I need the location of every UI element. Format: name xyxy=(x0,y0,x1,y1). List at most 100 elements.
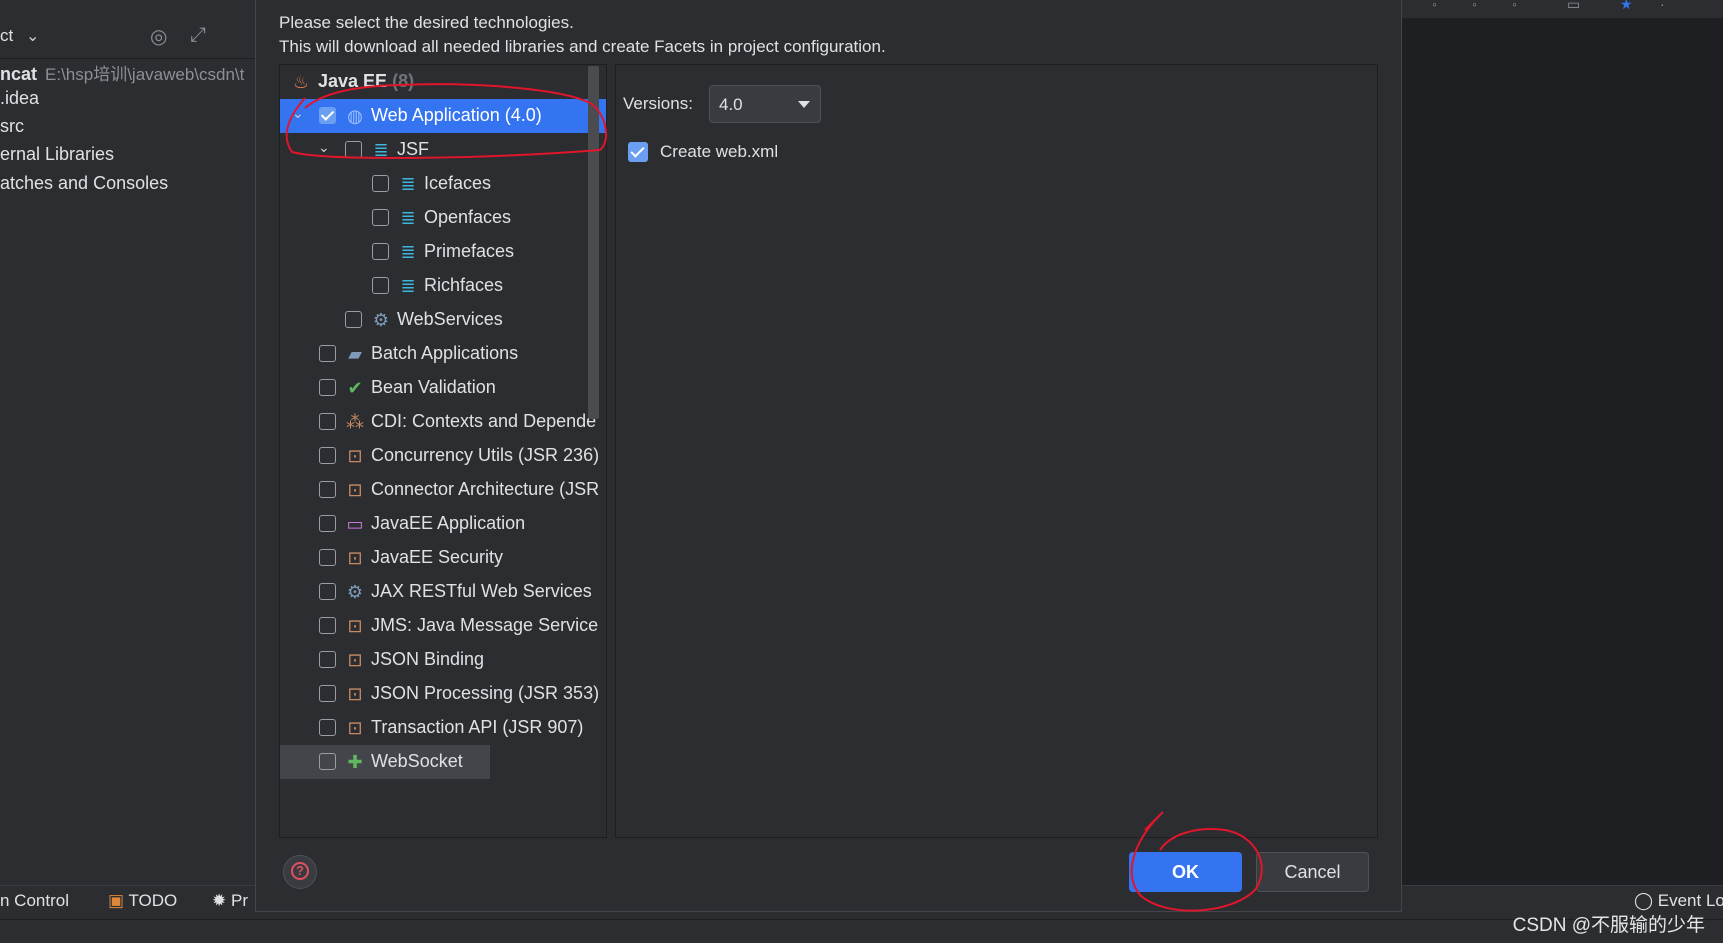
toolbar-icon[interactable]: ◦ xyxy=(1472,0,1477,12)
project-view-title[interactable]: ct xyxy=(0,26,13,46)
javaee-application-checkbox[interactable] xyxy=(319,515,336,532)
transaction-api-checkbox[interactable] xyxy=(319,719,336,736)
tree-item-batch-applications[interactable]: ▰ Batch Applications xyxy=(280,337,606,371)
expand-icon[interactable]: ⤢ xyxy=(190,24,206,47)
tree-item-cdi[interactable]: ⁂ CDI: Contexts and Depende xyxy=(280,405,606,439)
versions-label: Versions: xyxy=(623,94,693,113)
project-tree-item[interactable]: .idea xyxy=(0,88,39,109)
jsf-checkbox[interactable] xyxy=(345,141,362,158)
tree-item-webservices[interactable]: ⚙ WebServices xyxy=(280,303,606,337)
chevron-down-icon[interactable]: ⌄ xyxy=(26,26,39,46)
tree-item-label: JMS: Java Message Service xyxy=(371,615,599,635)
tree-item-concurrency-utils[interactable]: ⊡ Concurrency Utils (JSR 236) xyxy=(280,439,606,473)
tree-group-label: Java EE (8) xyxy=(318,71,415,91)
javaee-module-icon: ⊡ xyxy=(347,480,363,500)
tree-item-jms[interactable]: ⊡ JMS: Java Message Service xyxy=(280,609,606,643)
pin-icon[interactable]: ★ xyxy=(1620,0,1633,13)
beans-icon: ⁂ xyxy=(346,412,364,432)
tree-group-java-ee[interactable]: ♨ Java EE (8) xyxy=(280,65,606,99)
tree-item-web-application[interactable]: ⌄ ◍ Web Application (4.0) xyxy=(280,99,606,133)
javaee-security-checkbox[interactable] xyxy=(319,549,336,566)
ok-button[interactable]: OK xyxy=(1129,852,1242,892)
jsf-icon: ≣ xyxy=(400,208,416,228)
gear-icon: ⚙ xyxy=(346,582,364,602)
project-tree-item[interactable]: ernal Libraries xyxy=(0,144,114,165)
watermark: CSDN @不服输的少年 xyxy=(1512,915,1705,936)
tree-item-openfaces[interactable]: ≣ Openfaces xyxy=(280,201,606,235)
chevron-down-icon[interactable]: ⌄ xyxy=(292,105,304,122)
web-application-checkbox[interactable] xyxy=(319,107,336,124)
tree-item-primefaces[interactable]: ≣ Primefaces xyxy=(280,235,606,269)
javaee-module-icon: ⊡ xyxy=(347,446,363,466)
primefaces-checkbox[interactable] xyxy=(372,243,389,260)
project-tree-item[interactable]: atches and Consoles xyxy=(0,173,168,194)
javaee-module-icon: ⊡ xyxy=(347,548,363,568)
todo-tab[interactable]: ▣ TODO xyxy=(108,891,177,911)
tree-item-jax-rest[interactable]: ⚙ JAX RESTful Web Services xyxy=(280,575,606,609)
connector-architecture-checkbox[interactable] xyxy=(319,481,336,498)
bean-check-icon: ✔ xyxy=(347,378,363,398)
jms-checkbox[interactable] xyxy=(319,617,336,634)
project-tree-item[interactable]: src xyxy=(0,116,24,137)
problems-tab[interactable]: ✹ Pr xyxy=(212,891,248,911)
tree-item-websocket[interactable]: ✚ WebSocket xyxy=(280,745,490,779)
tree-item-json-processing[interactable]: ⊡ JSON Processing (JSR 353) xyxy=(280,677,606,711)
tree-item-label: Concurrency Utils (JSR 236) xyxy=(371,445,600,465)
richfaces-checkbox[interactable] xyxy=(372,277,389,294)
toolbar-icon[interactable]: · xyxy=(1660,0,1665,12)
editor-area xyxy=(1402,0,1723,885)
tree-item-label: JAX RESTful Web Services xyxy=(371,581,592,601)
icefaces-checkbox[interactable] xyxy=(372,175,389,192)
bean-validation-checkbox[interactable] xyxy=(319,379,336,396)
toolbar-icon[interactable]: ▭ xyxy=(1567,0,1580,13)
javaee-module-icon: ⊡ xyxy=(347,684,363,704)
json-processing-checkbox[interactable] xyxy=(319,685,336,702)
tree-item-jsf[interactable]: ⌄ ≣ JSF xyxy=(280,133,606,167)
jax-rest-checkbox[interactable] xyxy=(319,583,336,600)
concurrency-utils-checkbox[interactable] xyxy=(319,447,336,464)
jsf-icon: ≣ xyxy=(373,140,389,160)
openfaces-checkbox[interactable] xyxy=(372,209,389,226)
tree-item-richfaces[interactable]: ≣ Richfaces xyxy=(280,269,606,303)
websocket-checkbox[interactable] xyxy=(319,753,336,770)
event-log-tab[interactable]: ◯ Event Lo xyxy=(1634,891,1723,911)
problems-tab-label: Pr xyxy=(230,891,248,910)
tree-item-connector-architecture[interactable]: ⊡ Connector Architecture (JSR xyxy=(280,473,606,507)
project-tree-root[interactable]: ncat E:\hsp培训\javaweb\csdn\t xyxy=(0,60,244,85)
project-path: E:\hsp培训\javaweb\csdn\t xyxy=(45,65,245,84)
project-panel: ct ⌄ ◎ ⤢ ncat E:\hsp培训\javaweb\csdn\t .id… xyxy=(0,0,255,885)
tree-item-javaee-security[interactable]: ⊡ JavaEE Security xyxy=(280,541,606,575)
javaee-module-icon: ⊡ xyxy=(347,650,363,670)
help-button[interactable]: ? xyxy=(283,855,317,889)
webservices-checkbox[interactable] xyxy=(345,311,362,328)
batch-applications-checkbox[interactable] xyxy=(319,345,336,362)
create-webxml-label[interactable]: Create web.xml xyxy=(660,142,778,162)
globe-icon: ◍ xyxy=(347,106,363,126)
target-icon[interactable]: ◎ xyxy=(150,24,167,49)
tree-item-json-binding[interactable]: ⊡ JSON Binding xyxy=(280,643,606,677)
tree-item-bean-validation[interactable]: ✔ Bean Validation xyxy=(280,371,606,405)
tree-item-transaction-api[interactable]: ⊡ Transaction API (JSR 907) xyxy=(280,711,606,745)
help-icon: ? xyxy=(291,862,309,880)
toolbar-icon[interactable]: ◦ xyxy=(1512,0,1517,12)
dialog-description-line1: Please select the desired technologies. xyxy=(279,13,574,32)
tree-item-label: JSF xyxy=(397,139,430,159)
tree-item-javaee-application[interactable]: ▭ JavaEE Application xyxy=(280,507,606,541)
chevron-down-icon[interactable]: ⌄ xyxy=(318,139,330,156)
javaee-module-icon: ⊡ xyxy=(347,718,363,738)
cancel-button[interactable]: Cancel xyxy=(1256,852,1369,892)
toolbar-icon[interactable]: ◦ xyxy=(1432,0,1437,12)
tree-item-icefaces[interactable]: ≣ Icefaces xyxy=(280,167,606,201)
facet-detail-panel xyxy=(615,64,1378,838)
versions-dropdown[interactable]: 4.0 xyxy=(709,85,821,123)
tree-scrollbar[interactable] xyxy=(588,66,599,419)
tree-item-label: Bean Validation xyxy=(371,377,496,397)
project-name: ncat xyxy=(0,64,38,84)
cdi-checkbox[interactable] xyxy=(319,413,336,430)
chevron-down-icon xyxy=(798,101,810,108)
java-cup-icon: ♨ xyxy=(292,72,310,92)
version-control-tab[interactable]: n Control xyxy=(0,891,69,911)
json-binding-checkbox[interactable] xyxy=(319,651,336,668)
tree-item-label: WebServices xyxy=(397,309,503,329)
create-webxml-checkbox[interactable] xyxy=(628,142,648,162)
